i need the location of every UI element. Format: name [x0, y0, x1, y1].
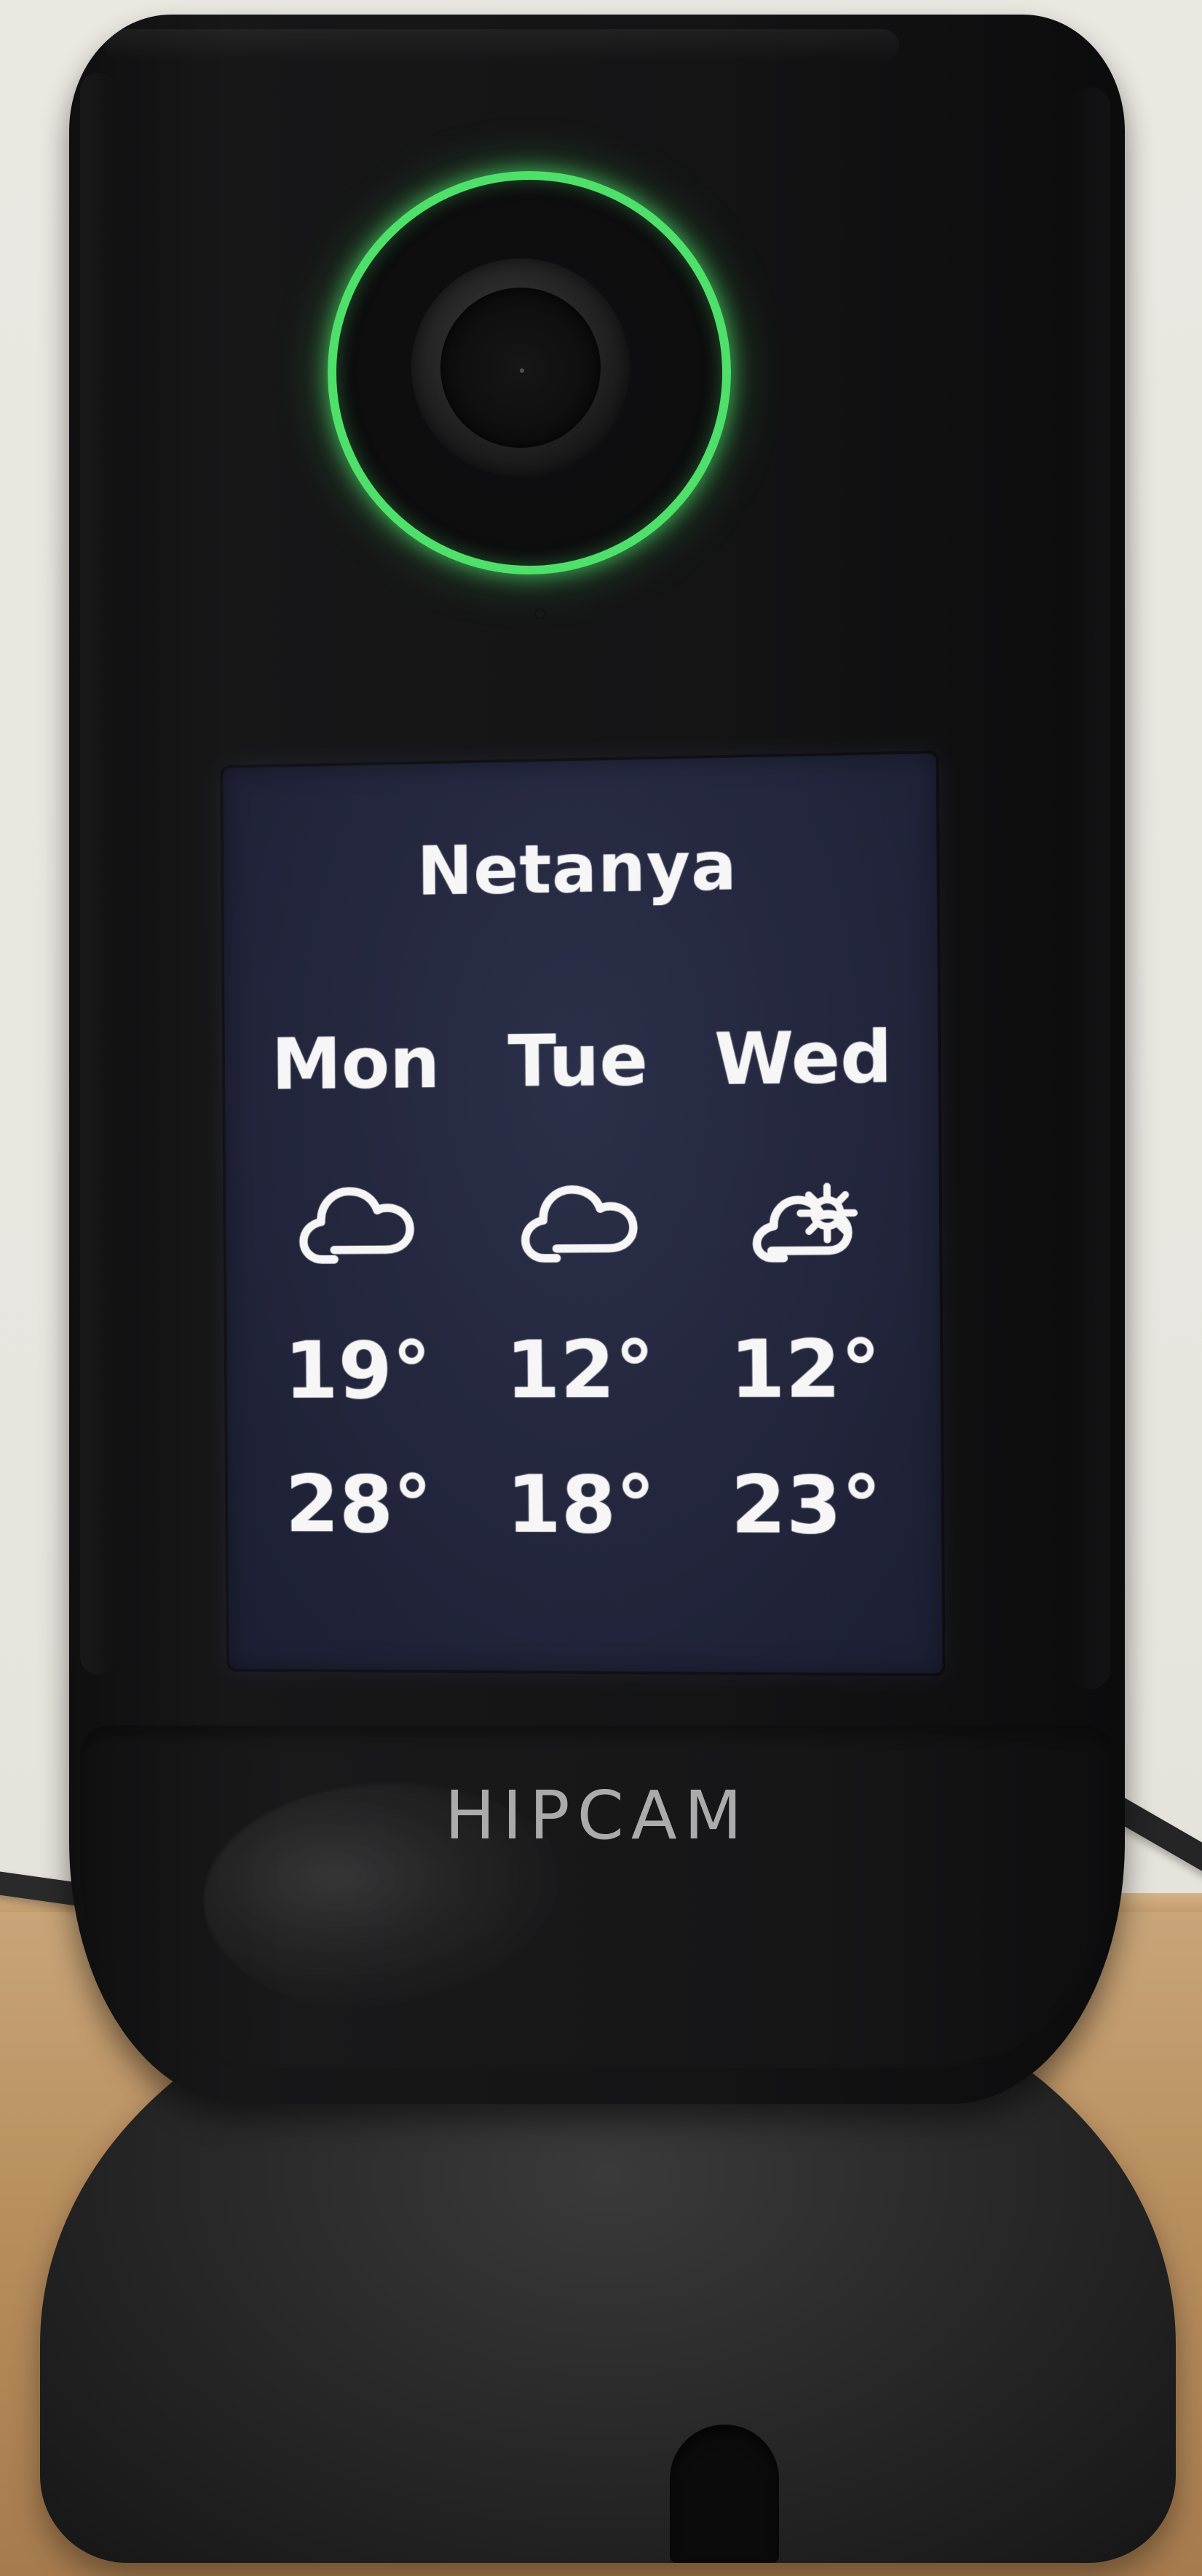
day-label-tue: Tue: [474, 1019, 682, 1104]
low-temp-wed: 12°: [700, 1324, 912, 1416]
weather-icon-wed: [699, 1177, 910, 1266]
brand-logo-text: HIPCAM: [0, 1777, 1194, 1854]
base-cable-slot: [670, 2425, 779, 2563]
device-left-edge-highlight: [80, 73, 116, 1675]
weather-icon-tue: [475, 1179, 684, 1268]
scene: Netanya Mon Tue Wed 19° 12° 12° 28° 18° …: [0, 0, 1202, 2576]
day-label-mon: Mon: [253, 1022, 459, 1106]
cloud-icon: [518, 1179, 639, 1267]
weather-screen-content: Netanya Mon Tue Wed 19° 12° 12° 28° 18° …: [223, 754, 942, 1673]
camera-lens-inner: [440, 288, 601, 448]
weather-screen: Netanya Mon Tue Wed 19° 12° 12° 28° 18° …: [223, 754, 942, 1673]
day-labels: Mon Tue Wed: [253, 997, 909, 1107]
ambient-light-sensor: [534, 608, 546, 620]
low-temp-mon: 19°: [256, 1326, 461, 1417]
weather-icon-mon: [254, 1180, 459, 1268]
device-right-edge-highlight: [1070, 87, 1110, 1689]
day-label-wed: Wed: [698, 1016, 909, 1102]
device-top-highlight: [106, 29, 899, 62]
high-temps-row: 28° 18° 23°: [256, 1460, 912, 1552]
weather-icons: [254, 1162, 910, 1283]
camera-lens-center-dot: [520, 368, 524, 373]
high-temp-wed: 23°: [701, 1460, 912, 1552]
city-name: Netanya: [224, 823, 937, 914]
high-temp-mon: 28°: [256, 1460, 462, 1551]
low-temps-row: 19° 12° 12°: [256, 1324, 911, 1416]
cloud-icon: [297, 1181, 416, 1268]
low-temp-tue: 12°: [476, 1324, 684, 1416]
partly-sunny-icon: [743, 1177, 866, 1266]
high-temp-tue: 18°: [477, 1460, 685, 1551]
